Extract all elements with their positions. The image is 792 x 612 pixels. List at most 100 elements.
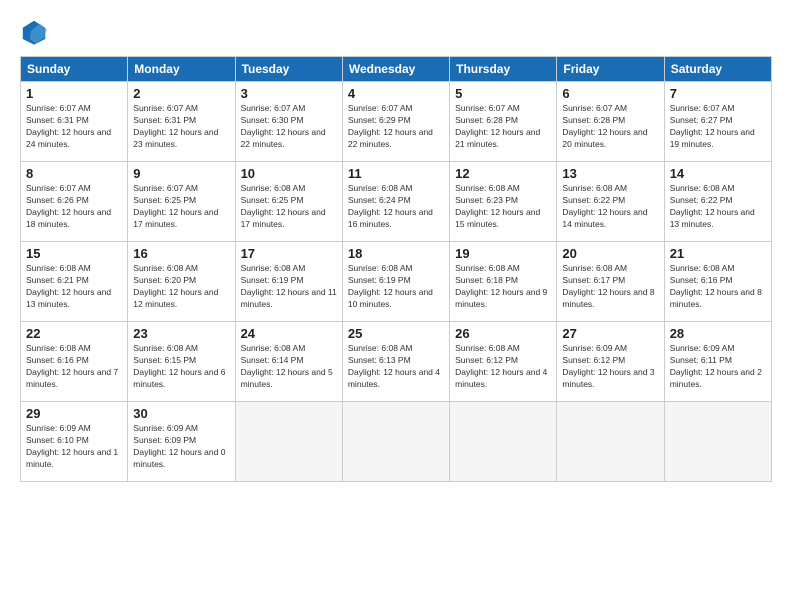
calendar-cell: [235, 402, 342, 482]
calendar-cell: 20Sunrise: 6:08 AMSunset: 6:17 PMDayligh…: [557, 242, 664, 322]
calendar-cell: 10 Sunrise: 6:08 AMSunset: 6:25 PMDayligh…: [235, 162, 342, 242]
day-info: Sunrise: 6:07 AMSunset: 6:25 PMDaylight:…: [133, 183, 229, 231]
calendar-cell: 13 Sunrise: 6:08 AMSunset: 6:22 PMDayligh…: [557, 162, 664, 242]
page: SundayMondayTuesdayWednesdayThursdayFrid…: [0, 0, 792, 492]
calendar-cell: 12 Sunrise: 6:08 AMSunset: 6:23 PMDayligh…: [450, 162, 557, 242]
calendar-cell: 3 Sunrise: 6:07 AMSunset: 6:30 PMDaylight…: [235, 82, 342, 162]
day-number: 18: [348, 246, 444, 261]
day-info: Sunrise: 6:09 AMSunset: 6:09 PMDaylight:…: [133, 423, 229, 471]
calendar-cell: [342, 402, 449, 482]
header: [20, 18, 772, 46]
day-info: Sunrise: 6:07 AMSunset: 6:30 PMDaylight:…: [241, 103, 337, 151]
col-header-monday: Monday: [128, 57, 235, 82]
calendar-cell: 27 Sunrise: 6:09 AMSunset: 6:12 PMDayligh…: [557, 322, 664, 402]
calendar-cell: 25 Sunrise: 6:08 AMSunset: 6:13 PMDayligh…: [342, 322, 449, 402]
day-info: Sunrise: 6:08 AMSunset: 6:22 PMDaylight:…: [670, 183, 766, 231]
calendar-cell: 2 Sunrise: 6:07 AMSunset: 6:31 PMDaylight…: [128, 82, 235, 162]
day-number: 4: [348, 86, 444, 101]
calendar-cell: 16 Sunrise: 6:08 AMSunset: 6:20 PMDayligh…: [128, 242, 235, 322]
calendar-cell: 15 Sunrise: 6:08 AMSunset: 6:21 PMDayligh…: [21, 242, 128, 322]
day-number: 13: [562, 166, 658, 181]
calendar-cell: 11Sunrise: 6:08 AMSunset: 6:24 PMDayligh…: [342, 162, 449, 242]
calendar-cell: 6 Sunrise: 6:07 AMSunset: 6:28 PMDaylight…: [557, 82, 664, 162]
day-number: 12: [455, 166, 551, 181]
day-info: Sunrise: 6:07 AMSunset: 6:28 PMDaylight:…: [562, 103, 658, 151]
day-number: 7: [670, 86, 766, 101]
calendar-week-1: 1 Sunrise: 6:07 AMSunset: 6:31 PMDaylight…: [21, 82, 772, 162]
day-info: Sunrise: 6:07 AMSunset: 6:26 PMDaylight:…: [26, 183, 122, 231]
calendar-header-row: SundayMondayTuesdayWednesdayThursdayFrid…: [21, 57, 772, 82]
day-info: Sunrise: 6:07 AMSunset: 6:27 PMDaylight:…: [670, 103, 766, 151]
day-info: Sunrise: 6:08 AMSunset: 6:19 PMDaylight:…: [241, 263, 337, 311]
calendar-cell: 22Sunrise: 6:08 AMSunset: 6:16 PMDayligh…: [21, 322, 128, 402]
calendar-cell: 14Sunrise: 6:08 AMSunset: 6:22 PMDayligh…: [664, 162, 771, 242]
day-info: Sunrise: 6:07 AMSunset: 6:28 PMDaylight:…: [455, 103, 551, 151]
day-info: Sunrise: 6:08 AMSunset: 6:22 PMDaylight:…: [562, 183, 658, 231]
logo: [20, 18, 52, 46]
day-number: 19: [455, 246, 551, 261]
calendar-cell: 18 Sunrise: 6:08 AMSunset: 6:19 PMDayligh…: [342, 242, 449, 322]
day-number: 11: [348, 166, 444, 181]
calendar-cell: [557, 402, 664, 482]
day-info: Sunrise: 6:08 AMSunset: 6:16 PMDaylight:…: [670, 263, 766, 311]
day-info: Sunrise: 6:08 AMSunset: 6:17 PMDaylight:…: [562, 263, 658, 311]
calendar-cell: 21 Sunrise: 6:08 AMSunset: 6:16 PMDayligh…: [664, 242, 771, 322]
col-header-saturday: Saturday: [664, 57, 771, 82]
calendar-cell: 23 Sunrise: 6:08 AMSunset: 6:15 PMDayligh…: [128, 322, 235, 402]
day-number: 9: [133, 166, 229, 181]
day-info: Sunrise: 6:08 AMSunset: 6:18 PMDaylight:…: [455, 263, 551, 311]
day-number: 6: [562, 86, 658, 101]
col-header-friday: Friday: [557, 57, 664, 82]
day-number: 3: [241, 86, 337, 101]
calendar-cell: 30 Sunrise: 6:09 AMSunset: 6:09 PMDayligh…: [128, 402, 235, 482]
calendar-table: SundayMondayTuesdayWednesdayThursdayFrid…: [20, 56, 772, 482]
day-info: Sunrise: 6:07 AMSunset: 6:31 PMDaylight:…: [133, 103, 229, 151]
day-info: Sunrise: 6:07 AMSunset: 6:31 PMDaylight:…: [26, 103, 122, 151]
calendar-cell: 5 Sunrise: 6:07 AMSunset: 6:28 PMDaylight…: [450, 82, 557, 162]
calendar-cell: 8 Sunrise: 6:07 AMSunset: 6:26 PMDaylight…: [21, 162, 128, 242]
calendar-cell: 4Sunrise: 6:07 AMSunset: 6:29 PMDaylight…: [342, 82, 449, 162]
day-number: 10: [241, 166, 337, 181]
calendar-cell: [450, 402, 557, 482]
day-number: 23: [133, 326, 229, 341]
calendar-cell: 9 Sunrise: 6:07 AMSunset: 6:25 PMDaylight…: [128, 162, 235, 242]
day-info: Sunrise: 6:08 AMSunset: 6:21 PMDaylight:…: [26, 263, 122, 311]
day-number: 17: [241, 246, 337, 261]
day-number: 2: [133, 86, 229, 101]
day-number: 5: [455, 86, 551, 101]
day-number: 27: [562, 326, 658, 341]
day-info: Sunrise: 6:08 AMSunset: 6:20 PMDaylight:…: [133, 263, 229, 311]
day-number: 28: [670, 326, 766, 341]
calendar-cell: 26Sunrise: 6:08 AMSunset: 6:12 PMDayligh…: [450, 322, 557, 402]
day-number: 30: [133, 406, 229, 421]
day-number: 24: [241, 326, 337, 341]
day-info: Sunrise: 6:08 AMSunset: 6:13 PMDaylight:…: [348, 343, 444, 391]
day-number: 15: [26, 246, 122, 261]
calendar-cell: [664, 402, 771, 482]
calendar-cell: 17 Sunrise: 6:08 AMSunset: 6:19 PMDayligh…: [235, 242, 342, 322]
day-info: Sunrise: 6:08 AMSunset: 6:14 PMDaylight:…: [241, 343, 337, 391]
calendar-cell: 24 Sunrise: 6:08 AMSunset: 6:14 PMDayligh…: [235, 322, 342, 402]
day-number: 16: [133, 246, 229, 261]
calendar-week-5: 29Sunrise: 6:09 AMSunset: 6:10 PMDayligh…: [21, 402, 772, 482]
day-info: Sunrise: 6:08 AMSunset: 6:19 PMDaylight:…: [348, 263, 444, 311]
calendar-week-2: 8 Sunrise: 6:07 AMSunset: 6:26 PMDaylight…: [21, 162, 772, 242]
col-header-thursday: Thursday: [450, 57, 557, 82]
day-info: Sunrise: 6:08 AMSunset: 6:23 PMDaylight:…: [455, 183, 551, 231]
day-number: 1: [26, 86, 122, 101]
calendar-week-4: 22Sunrise: 6:08 AMSunset: 6:16 PMDayligh…: [21, 322, 772, 402]
col-header-tuesday: Tuesday: [235, 57, 342, 82]
day-info: Sunrise: 6:08 AMSunset: 6:25 PMDaylight:…: [241, 183, 337, 231]
day-info: Sunrise: 6:09 AMSunset: 6:12 PMDaylight:…: [562, 343, 658, 391]
day-info: Sunrise: 6:09 AMSunset: 6:10 PMDaylight:…: [26, 423, 122, 471]
day-info: Sunrise: 6:08 AMSunset: 6:15 PMDaylight:…: [133, 343, 229, 391]
calendar-cell: 19 Sunrise: 6:08 AMSunset: 6:18 PMDayligh…: [450, 242, 557, 322]
day-number: 8: [26, 166, 122, 181]
col-header-wednesday: Wednesday: [342, 57, 449, 82]
logo-icon: [20, 18, 48, 46]
day-number: 21: [670, 246, 766, 261]
day-info: Sunrise: 6:09 AMSunset: 6:11 PMDaylight:…: [670, 343, 766, 391]
day-number: 25: [348, 326, 444, 341]
calendar-cell: 28 Sunrise: 6:09 AMSunset: 6:11 PMDayligh…: [664, 322, 771, 402]
day-number: 26: [455, 326, 551, 341]
